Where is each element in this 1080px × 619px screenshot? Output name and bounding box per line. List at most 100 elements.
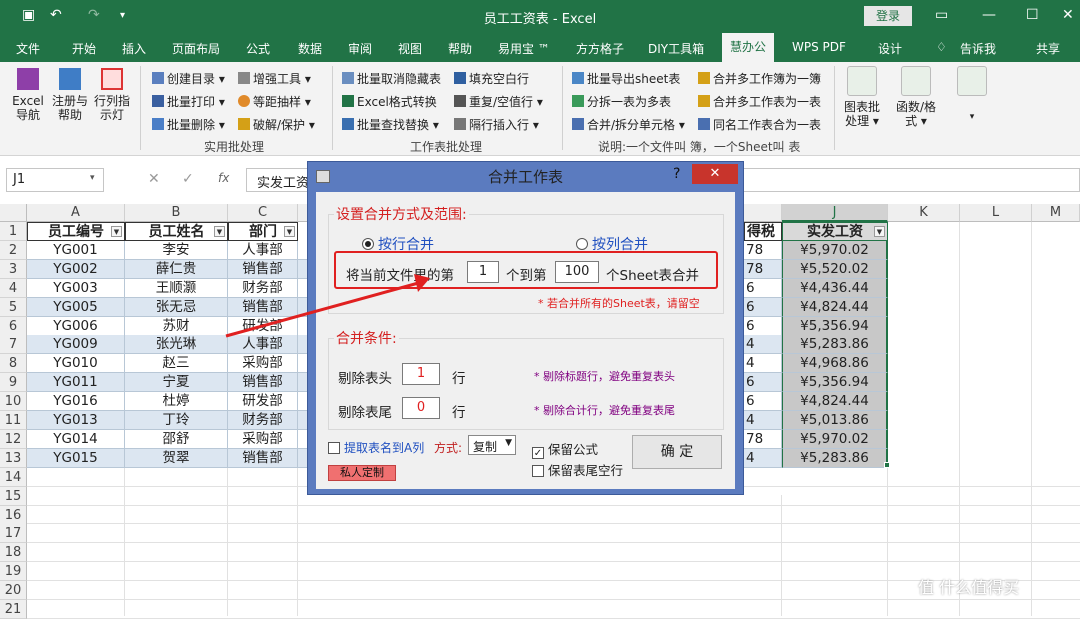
row-header[interactable]: 11 xyxy=(0,411,27,430)
table-cell-pay[interactable]: ¥5,013.86 xyxy=(782,411,888,430)
table-cell-tax[interactable]: 78 xyxy=(744,259,782,279)
header-income-tax[interactable]: 得税 xyxy=(744,222,782,241)
table-cell-pay[interactable]: ¥4,824.44 xyxy=(782,297,888,317)
export-sheets-button[interactable]: 批量导出sheet表 xyxy=(572,70,680,87)
keep-formula-checkbox[interactable]: ✓ 保留公式 xyxy=(532,439,598,459)
unhide-sheets-button[interactable]: 批量取消隐藏表 xyxy=(342,70,441,87)
remove-tail-input[interactable]: 0 xyxy=(402,397,440,419)
tab-data[interactable]: 数据 xyxy=(298,40,322,57)
table-cell-dept[interactable]: 采购部 xyxy=(228,354,298,374)
table-cell-id[interactable]: YG002 xyxy=(27,259,125,279)
table-cell-id[interactable]: YG016 xyxy=(27,392,125,412)
table-cell-id[interactable]: YG014 xyxy=(27,429,125,449)
radio-button[interactable] xyxy=(576,238,588,250)
header-department[interactable]: 部门 ▼ xyxy=(228,222,298,241)
header-employee-name[interactable]: 员工姓名 ▼ xyxy=(125,222,228,241)
enhance-tools-button[interactable]: 增强工具 ▾ xyxy=(238,70,311,87)
table-cell-name[interactable]: 薛仁贵 xyxy=(125,259,228,279)
help-icon[interactable]: ? xyxy=(673,166,680,182)
split-table-button[interactable]: 分拆一表为多表 xyxy=(572,93,671,110)
row-header[interactable]: 16 xyxy=(0,505,27,525)
table-cell-tax[interactable]: 4 xyxy=(744,411,782,430)
table-cell-name[interactable]: 宁夏 xyxy=(125,373,228,393)
table-cell-id[interactable]: YG011 xyxy=(27,373,125,393)
tab-fangfang[interactable]: 方方格子 xyxy=(576,40,624,57)
table-cell-dept[interactable]: 销售部 xyxy=(228,448,298,468)
table-cell-name[interactable]: 丁玲 xyxy=(125,411,228,430)
table-cell-id[interactable]: YG003 xyxy=(27,278,125,298)
table-cell-dept[interactable]: 研发部 xyxy=(228,392,298,412)
func-format-button[interactable]: 函数/格 式 ▾ xyxy=(894,66,938,128)
table-cell-tax[interactable]: 78 xyxy=(744,240,782,260)
merge-sheets-button[interactable]: 合并多工作表为一表 xyxy=(698,93,821,110)
table-cell-pay[interactable]: ¥5,520.02 xyxy=(782,259,888,279)
crack-protect-button[interactable]: 破解/保护 ▾ xyxy=(238,116,315,133)
col-header-a[interactable]: A xyxy=(27,204,125,222)
enter-icon[interactable]: ✓ xyxy=(182,171,194,187)
table-cell-name[interactable]: 苏财 xyxy=(125,316,228,336)
excel-nav-button[interactable]: Excel 导航 xyxy=(8,68,48,122)
to-sheet-input[interactable]: 100 xyxy=(555,261,599,283)
batch-print-button[interactable]: 批量打印 ▾ xyxy=(152,93,225,110)
method-select[interactable]: 复制 ▼ xyxy=(468,435,516,455)
table-cell-tax[interactable]: 6 xyxy=(744,373,782,393)
insert-rows-button[interactable]: 隔行插入行 ▾ xyxy=(454,116,539,133)
col-header-k[interactable]: K xyxy=(888,204,960,222)
table-cell-name[interactable]: 赵三 xyxy=(125,354,228,374)
tab-formulas[interactable]: 公式 xyxy=(246,40,270,57)
tab-page-layout[interactable]: 页面布局 xyxy=(172,40,220,57)
table-cell-dept[interactable]: 销售部 xyxy=(228,373,298,393)
row-header[interactable]: 13 xyxy=(0,448,27,468)
create-toc-button[interactable]: 创建目录 ▾ xyxy=(152,70,225,87)
extract-name-checkbox[interactable]: 提取表名到A列 xyxy=(328,439,424,456)
more-button[interactable]: ▾ xyxy=(950,66,994,124)
from-sheet-input[interactable]: 1 xyxy=(467,261,499,283)
table-cell-id[interactable]: YG005 xyxy=(27,297,125,317)
tab-insert[interactable]: 插入 xyxy=(122,40,146,57)
filter-dropdown-icon[interactable]: ▼ xyxy=(284,226,295,237)
tab-yiyongbao[interactable]: 易用宝 ™ xyxy=(498,40,550,57)
table-cell-tax[interactable]: 6 xyxy=(744,316,782,336)
table-cell-tax[interactable]: 4 xyxy=(744,448,782,468)
table-cell-tax[interactable]: 4 xyxy=(744,335,782,355)
close-icon[interactable]: ✕ xyxy=(1062,7,1074,23)
checkbox[interactable] xyxy=(532,465,544,477)
row-header[interactable]: 21 xyxy=(0,600,27,619)
row-header[interactable]: 6 xyxy=(0,316,27,336)
table-cell-id[interactable]: YG006 xyxy=(27,316,125,336)
keep-blank-rows-checkbox[interactable]: 保留表尾空行 xyxy=(532,460,623,479)
tab-help[interactable]: 帮助 xyxy=(448,40,472,57)
table-cell-dept[interactable]: 财务部 xyxy=(228,411,298,430)
table-cell-pay[interactable]: ¥4,436.44 xyxy=(782,278,888,298)
row-header[interactable]: 1 xyxy=(0,222,27,241)
chart-batch-button[interactable]: 图表批 处理 ▾ xyxy=(840,66,884,128)
table-cell-name[interactable]: 邵舒 xyxy=(125,429,228,449)
table-cell-tax[interactable]: 6 xyxy=(744,392,782,412)
row-header[interactable]: 14 xyxy=(0,467,27,487)
table-cell-tax[interactable]: 4 xyxy=(744,354,782,374)
table-cell-pay[interactable]: ¥4,968.86 xyxy=(782,354,888,374)
table-cell-name[interactable]: 张无忌 xyxy=(125,297,228,317)
table-cell-tax[interactable]: 6 xyxy=(744,278,782,298)
dialog-close-button[interactable]: ✕ xyxy=(692,164,738,184)
insert-function-icon[interactable]: fx xyxy=(218,171,229,185)
name-box-dropdown-icon[interactable]: ▾ xyxy=(90,173,95,183)
custom-button[interactable]: 私人定制 xyxy=(328,465,396,481)
table-cell-name[interactable]: 王顺灏 xyxy=(125,278,228,298)
checkbox-checked[interactable]: ✓ xyxy=(532,447,544,459)
row-header[interactable]: 18 xyxy=(0,543,27,563)
maximize-icon[interactable]: ☐ xyxy=(1026,7,1039,23)
table-cell-pay[interactable]: ¥4,824.44 xyxy=(782,392,888,412)
table-cell-name[interactable]: 贺翠 xyxy=(125,448,228,468)
table-cell-name[interactable]: 李安 xyxy=(125,240,228,260)
header-employee-id[interactable]: 员工编号 ▼ xyxy=(27,222,125,241)
table-cell-name[interactable]: 张光琳 xyxy=(125,335,228,355)
table-cell-id[interactable]: YG001 xyxy=(27,240,125,260)
merge-split-cells-button[interactable]: 合并/拆分单元格 ▾ xyxy=(572,116,685,133)
row-header[interactable]: 15 xyxy=(0,486,27,506)
excel-format-button[interactable]: Excel格式转换 xyxy=(342,93,437,110)
header-net-salary[interactable]: 实发工资 ▼ xyxy=(782,222,888,241)
find-replace-button[interactable]: 批量查找替换 ▾ xyxy=(342,116,439,133)
tell-me-input[interactable]: 告诉我 xyxy=(960,40,996,57)
table-cell-id[interactable]: YG009 xyxy=(27,335,125,355)
